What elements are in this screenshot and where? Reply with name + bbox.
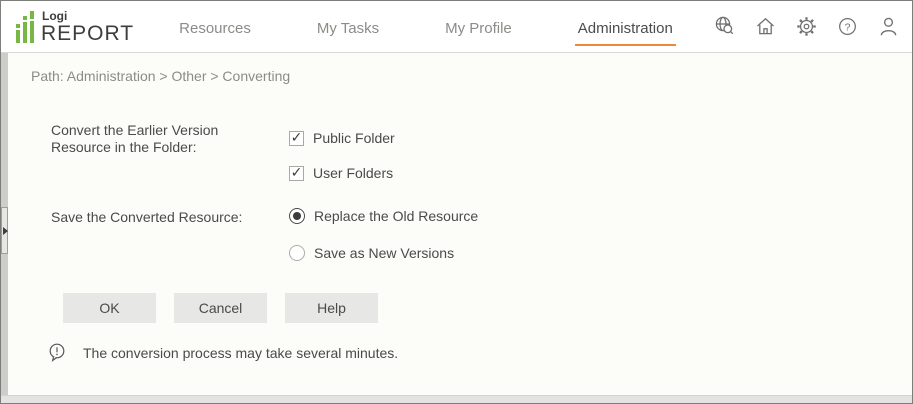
home-icon[interactable] [753, 15, 777, 39]
logi-bars-icon [15, 11, 37, 44]
user-folders-label: User Folders [313, 165, 393, 181]
user-folders-checkbox[interactable] [289, 166, 304, 181]
conversion-note-text: The conversion process may take several … [83, 345, 398, 361]
user-icon[interactable] [876, 15, 900, 39]
logo-wordmark: Logi REPORT [41, 10, 134, 44]
option-save-as-new-versions[interactable]: Save as New Versions [289, 245, 454, 261]
advanced-search-icon[interactable] [712, 15, 736, 39]
converting-page: Logi REPORT Resources My Tasks My Profil… [0, 0, 913, 404]
breadcrumb: Path: Administration > Other > Convertin… [31, 68, 290, 84]
settings-gear-icon[interactable] [794, 15, 818, 39]
convert-folder-label: Convert the Earlier Version Resource in … [51, 122, 266, 156]
save-resource-label: Save the Converted Resource: [51, 209, 266, 226]
top-navbar: Logi REPORT Resources My Tasks My Profil… [1, 1, 912, 53]
header-icon-group: ? [712, 1, 900, 52]
help-icon[interactable]: ? [835, 15, 859, 39]
action-button-row: OK Cancel Help [63, 293, 378, 323]
save-as-new-versions-label: Save as New Versions [314, 245, 454, 261]
cancel-button[interactable]: Cancel [174, 293, 267, 323]
main-nav: Resources My Tasks My Profile Administra… [176, 1, 676, 52]
option-public-folder[interactable]: Public Folder [289, 130, 395, 146]
public-folder-label: Public Folder [313, 130, 395, 146]
nav-my-tasks[interactable]: My Tasks [314, 11, 382, 46]
nav-my-profile[interactable]: My Profile [442, 11, 515, 46]
help-button[interactable]: Help [285, 293, 378, 323]
save-as-new-versions-radio[interactable] [289, 245, 305, 261]
nav-administration[interactable]: Administration [575, 11, 676, 46]
option-replace-old-resource[interactable]: Replace the Old Resource [289, 208, 478, 224]
sidebar-expand-handle[interactable] [1, 207, 8, 254]
conversion-note: The conversion process may take several … [48, 343, 398, 362]
nav-resources[interactable]: Resources [176, 11, 254, 46]
public-folder-checkbox[interactable] [289, 131, 304, 146]
ok-button[interactable]: OK [63, 293, 156, 323]
option-user-folders[interactable]: User Folders [289, 165, 393, 181]
logo-text-logi: Logi [42, 10, 134, 22]
bottom-scrollbar-track[interactable] [1, 395, 912, 403]
replace-old-resource-radio[interactable] [289, 208, 305, 224]
logo-text-report: REPORT [41, 23, 134, 44]
svg-text:?: ? [844, 21, 850, 33]
expand-right-arrow-icon [3, 227, 8, 235]
logi-report-logo[interactable]: Logi REPORT [15, 10, 134, 44]
info-balloon-icon [48, 343, 66, 362]
replace-old-resource-label: Replace the Old Resource [314, 208, 478, 224]
